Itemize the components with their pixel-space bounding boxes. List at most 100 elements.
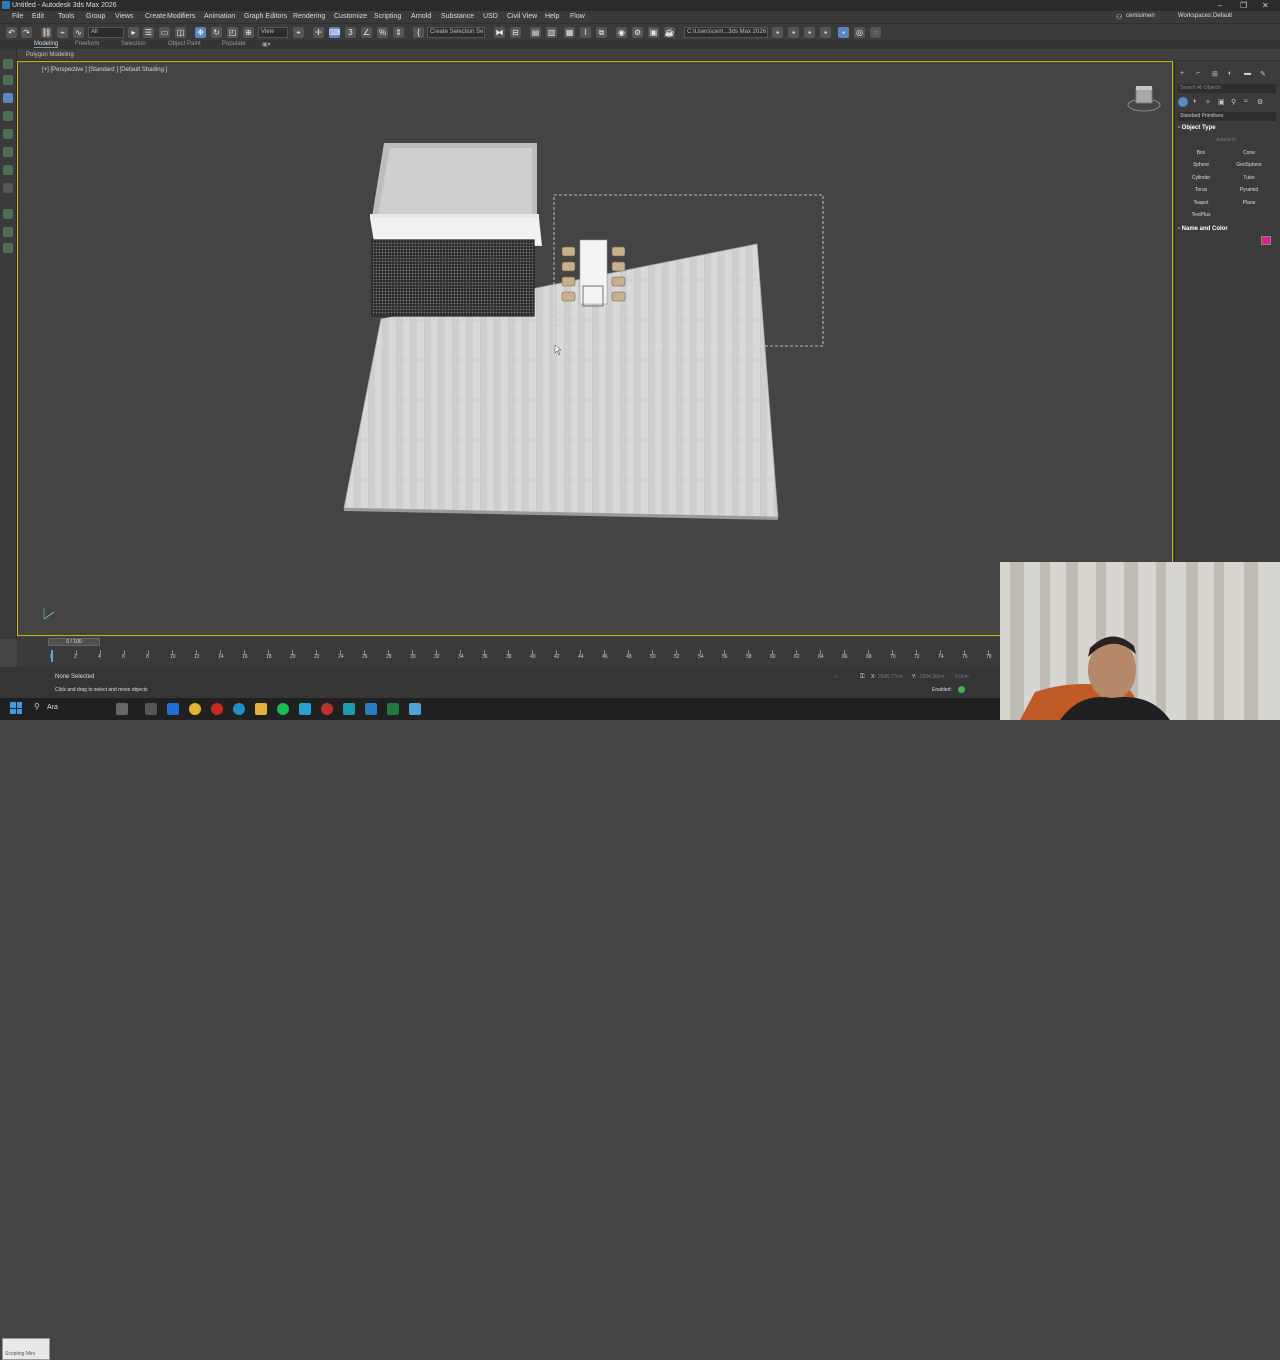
- select-and-move-icon[interactable]: ✥: [195, 27, 206, 38]
- modify-tab-icon[interactable]: ⌐: [1196, 70, 1200, 77]
- project-folder-dropdown[interactable]: C:\Users\cem...3ds Max 2026: [684, 27, 768, 38]
- viewcube-icon[interactable]: [1126, 83, 1162, 113]
- menu-tools[interactable]: Tools: [58, 13, 74, 20]
- toolbar-icon-c[interactable]: ▪: [804, 27, 815, 38]
- minimize-icon[interactable]: –: [1218, 1, 1222, 10]
- telegram-icon[interactable]: [299, 703, 311, 715]
- rectangular-selection-icon[interactable]: ▭: [159, 27, 170, 38]
- left-tool-icon-4[interactable]: [3, 111, 13, 121]
- taskbar-app-icon[interactable]: [321, 703, 333, 715]
- toolbar-icon-f[interactable]: ◎: [854, 27, 865, 38]
- space-warps-icon[interactable]: ≈: [1244, 98, 1248, 105]
- menu-scripting[interactable]: Scripting: [374, 13, 401, 20]
- excel-icon[interactable]: [387, 703, 399, 715]
- ribbon-tab-freeform[interactable]: Freeform: [75, 41, 99, 47]
- mirror-icon[interactable]: ⧓: [494, 27, 505, 38]
- windows-start-icon[interactable]: [10, 702, 22, 714]
- maxscript-listener[interactable]: Scripting Mini: [2, 1338, 50, 1360]
- snaps-toggle-icon[interactable]: 3: [345, 27, 356, 38]
- chrome-icon[interactable]: [189, 703, 201, 715]
- helpers-icon[interactable]: ⚲: [1231, 98, 1236, 106]
- systems-icon[interactable]: ⚙: [1257, 98, 1263, 106]
- name-and-color-rollout[interactable]: - Name and Color: [1178, 225, 1276, 234]
- align-icon[interactable]: ⊟: [510, 27, 521, 38]
- menu-create[interactable]: Create: [145, 13, 166, 20]
- workspace-dropdown[interactable]: Default: [1213, 13, 1232, 19]
- task-view-icon[interactable]: [145, 703, 157, 715]
- display-tab-icon[interactable]: ▬: [1244, 70, 1251, 77]
- left-tool-icon-5[interactable]: [3, 129, 13, 139]
- menu-edit[interactable]: Edit: [32, 13, 44, 20]
- curve-editor-icon[interactable]: ⌇: [580, 27, 591, 38]
- left-tool-icon-2[interactable]: [3, 75, 13, 85]
- pivot-center-icon[interactable]: ⌖: [293, 27, 304, 38]
- polygon-modeling-label[interactable]: Polygon Modeling: [26, 52, 74, 58]
- close-icon[interactable]: ✕: [1262, 1, 1269, 10]
- select-by-name-icon[interactable]: ☰: [143, 27, 154, 38]
- menu-file[interactable]: File: [12, 13, 23, 20]
- menu-modifiers[interactable]: Modifiers: [167, 13, 195, 20]
- opera-icon[interactable]: [211, 703, 223, 715]
- textplus-button[interactable]: TextPlus: [1178, 210, 1224, 220]
- menu-views[interactable]: Views: [115, 13, 134, 20]
- material-editor-icon[interactable]: ◉: [616, 27, 627, 38]
- ribbon-tab-modeling[interactable]: Modeling: [34, 41, 59, 48]
- time-slider[interactable]: 0 / 100: [48, 638, 100, 646]
- menu-arnold[interactable]: Arnold: [411, 13, 431, 20]
- motion-tab-icon[interactable]: ◐: [1228, 70, 1232, 77]
- plane-button[interactable]: Plane: [1226, 198, 1272, 208]
- degradation-toggle-icon[interactable]: [958, 686, 965, 693]
- lights-icon[interactable]: ✧: [1205, 98, 1211, 106]
- scene-explorer-toggle-icon[interactable]: [3, 59, 13, 69]
- link-icon[interactable]: ⛓: [41, 27, 52, 38]
- viewport-label[interactable]: [+] [Perspective ] [Standard ] [Default …: [42, 67, 167, 73]
- box-button[interactable]: Box: [1178, 148, 1224, 158]
- taskbar-app-icon-3[interactable]: [409, 703, 421, 715]
- teapot-button[interactable]: Teapot: [1178, 198, 1224, 208]
- x-coordinate[interactable]: 2546,77cm: [878, 674, 903, 680]
- place-icon[interactable]: ⊕: [243, 27, 254, 38]
- render-setup-icon[interactable]: ⚙: [632, 27, 643, 38]
- geometry-icon[interactable]: [1178, 97, 1188, 107]
- left-tool-icon-3[interactable]: [3, 93, 13, 103]
- menu-help[interactable]: Help: [545, 13, 559, 20]
- torus-button[interactable]: Torus: [1178, 185, 1224, 195]
- 3dsmax-taskbar-icon[interactable]: [343, 703, 355, 715]
- angle-snap-icon[interactable]: ∠: [361, 27, 372, 38]
- menu-customize[interactable]: Customize: [334, 13, 367, 20]
- category-dropdown[interactable]: Standard Primitives: [1178, 112, 1276, 121]
- isolate-icon[interactable]: ⌂: [834, 674, 838, 680]
- pyramid-button[interactable]: Pyramid: [1226, 185, 1272, 195]
- toolbar-icon-g[interactable]: ◌: [870, 27, 881, 38]
- percent-snap-icon[interactable]: %: [377, 27, 388, 38]
- redo-icon[interactable]: ↷: [21, 27, 32, 38]
- ribbon-tab-object-paint[interactable]: Object Paint: [168, 41, 201, 47]
- utilities-tab-icon[interactable]: ✎: [1260, 70, 1266, 78]
- menu-civil-view[interactable]: Civil View: [507, 13, 537, 20]
- object-search-input[interactable]: Search All Objects: [1178, 84, 1276, 93]
- taskbar-app-icon-2[interactable]: [365, 703, 377, 715]
- spotify-icon[interactable]: [277, 703, 289, 715]
- autogrid-checkbox[interactable]: AutoGrid: [1216, 137, 1236, 143]
- ribbon-toggle-icon[interactable]: ▦: [564, 27, 575, 38]
- toolbar-icon-e[interactable]: ▪: [838, 27, 849, 38]
- search-icon[interactable]: ⚲: [34, 702, 40, 711]
- reference-coordinate-dropdown[interactable]: View: [258, 27, 288, 38]
- menu-graph-editors[interactable]: Graph Editors: [244, 13, 287, 20]
- left-tool-icon-8[interactable]: [3, 183, 13, 193]
- unlink-icon[interactable]: ⌁: [57, 27, 68, 38]
- left-tool-icon-9[interactable]: [3, 209, 13, 219]
- schematic-view-icon[interactable]: ⧉: [596, 27, 607, 38]
- select-object-icon[interactable]: ▸: [128, 27, 139, 38]
- object-type-rollout[interactable]: - Object Type: [1178, 124, 1276, 133]
- menu-usd[interactable]: USD: [483, 13, 498, 20]
- toolbar-icon-b[interactable]: ▪: [788, 27, 799, 38]
- bind-space-warp-icon[interactable]: ∿: [73, 27, 84, 38]
- window-crossing-icon[interactable]: ◫: [175, 27, 186, 38]
- shapes-icon[interactable]: ◑: [1192, 98, 1196, 105]
- sphere-button[interactable]: Sphere: [1178, 160, 1224, 170]
- widgets-icon[interactable]: [116, 703, 128, 715]
- cone-button[interactable]: Cone: [1226, 148, 1272, 158]
- layer-explorer-icon[interactable]: ▥: [546, 27, 557, 38]
- cylinder-button[interactable]: Cylinder: [1178, 173, 1224, 183]
